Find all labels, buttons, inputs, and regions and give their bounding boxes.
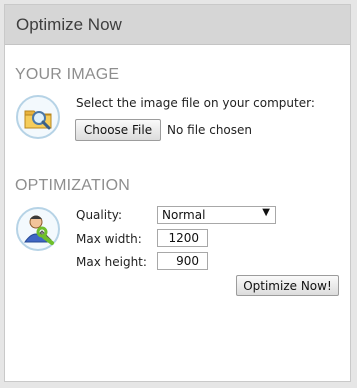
quality-select[interactable]: Normal ▼ [157, 206, 276, 224]
quality-label: Quality: [76, 208, 123, 222]
max-width-label: Max width: [76, 232, 142, 246]
chevron-down-icon: ▼ [262, 207, 270, 218]
your-image-heading: YOUR IMAGE [15, 66, 120, 83]
choose-file-button[interactable]: Choose File [75, 119, 161, 141]
file-status: No file chosen [167, 123, 253, 137]
max-height-label: Max height: [76, 255, 147, 269]
optimize-now-button[interactable]: Optimize Now! [236, 275, 339, 296]
panel-title: Optimize Now [16, 14, 122, 34]
image-instruction: Select the image file on your computer: [76, 96, 315, 110]
panel-header: Optimize Now [5, 5, 350, 45]
folder-search-icon [16, 95, 60, 139]
user-wrench-icon [16, 207, 60, 251]
max-height-input[interactable] [157, 252, 208, 270]
optimization-heading: OPTIMIZATION [15, 177, 130, 194]
quality-select-value: Normal [162, 208, 206, 222]
max-width-input[interactable] [157, 229, 208, 247]
optimize-panel: Optimize Now YOUR IMAGE Select the image… [4, 4, 351, 382]
